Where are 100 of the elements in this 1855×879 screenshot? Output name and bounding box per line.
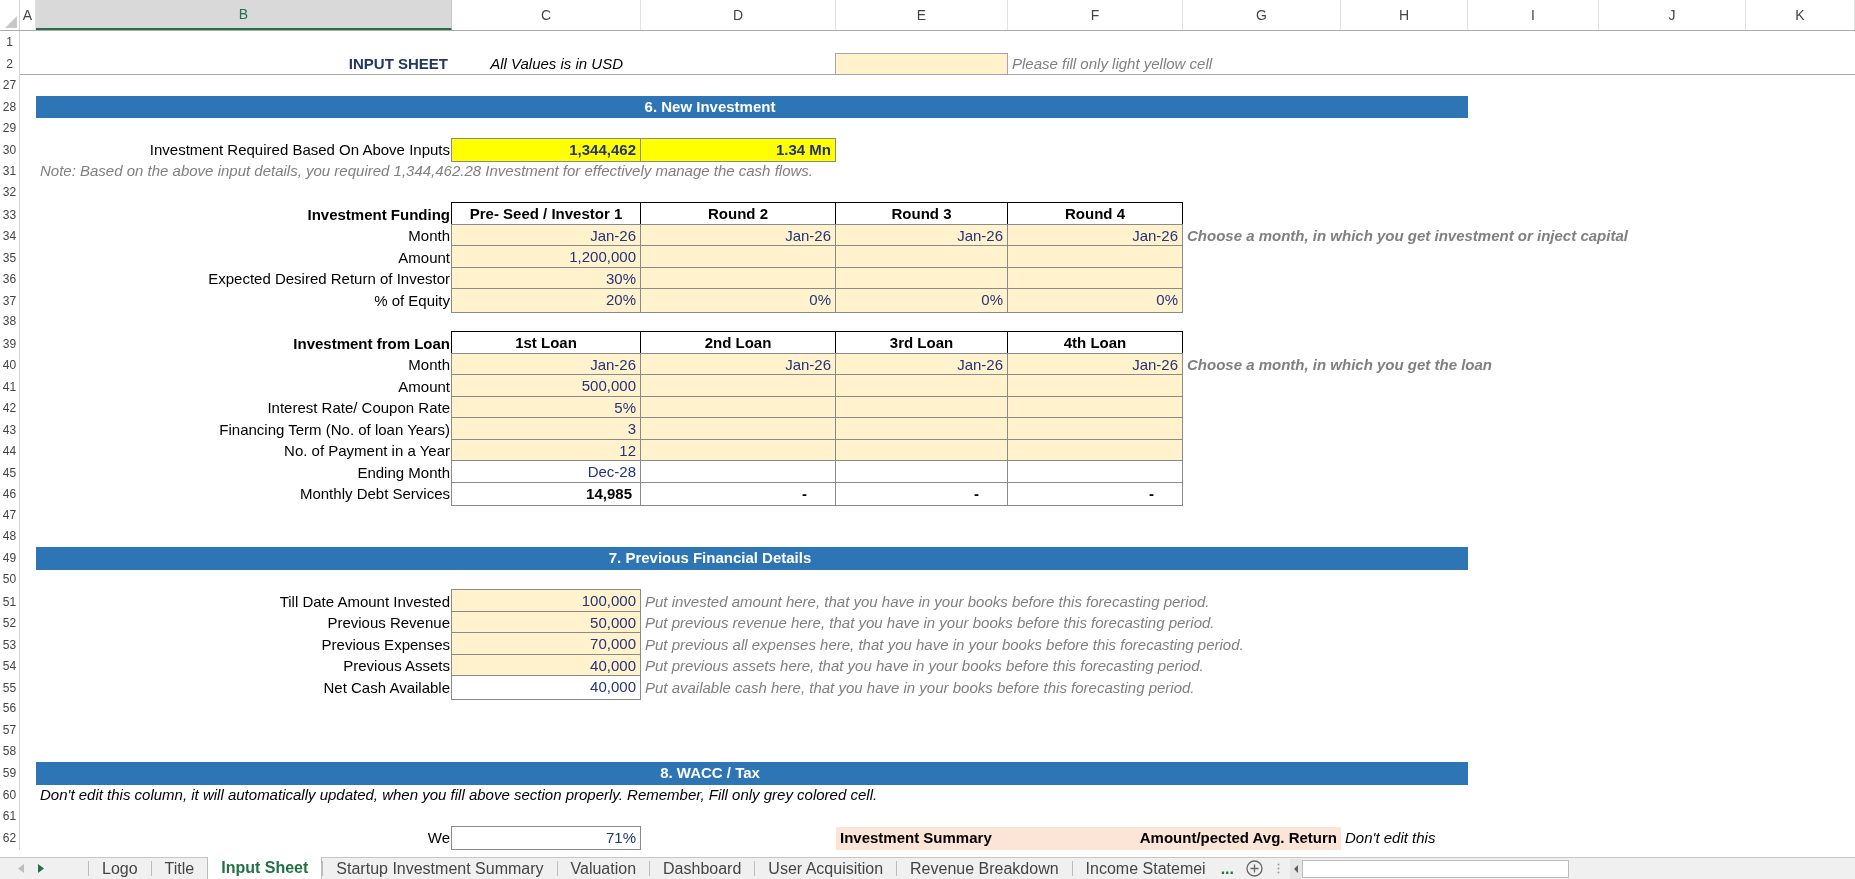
column-header[interactable]: B <box>36 0 452 30</box>
row-label: Previous Expenses <box>321 634 450 655</box>
row-header[interactable]: 31 <box>0 160 20 183</box>
input-cell[interactable] <box>640 245 836 270</box>
output-cell: 71% <box>451 825 641 850</box>
row-label: Month <box>408 226 450 246</box>
sheet-tab[interactable]: Revenue Breakdown <box>896 861 1072 876</box>
input-cell[interactable]: 100,000 <box>451 589 641 614</box>
input-cell[interactable] <box>640 374 836 399</box>
sheet-tab[interactable]: Valuation <box>556 861 650 876</box>
row-header[interactable]: 61 <box>0 805 20 827</box>
row-header[interactable]: 41 <box>0 375 20 399</box>
row-header[interactable]: 50 <box>0 568 20 590</box>
output-cell: 14,985 <box>451 481 641 506</box>
row-header[interactable]: 43 <box>0 418 20 442</box>
input-cell[interactable] <box>640 417 836 442</box>
row-header[interactable]: 38 <box>0 310 20 332</box>
row-header[interactable]: 47 <box>0 504 20 526</box>
column-header[interactable]: G <box>1183 0 1341 30</box>
sheet-tab[interactable]: Logo <box>88 861 151 876</box>
summary-heading: Investment Summary <box>836 826 1008 850</box>
more-tabs-button[interactable]: ... <box>1218 858 1236 879</box>
row-header[interactable]: 45 <box>0 461 20 485</box>
output-cell: 40,000 <box>451 675 641 700</box>
vertical-dots-icon[interactable] <box>1277 863 1280 874</box>
column-heading: 4th Loan <box>1007 331 1183 356</box>
note-text: Put invested amount here, that you have in your books before this forecasting period. <box>645 591 1210 612</box>
input-cell[interactable]: 3 <box>451 417 641 442</box>
column-header[interactable]: H <box>1341 0 1468 30</box>
column-header[interactable]: D <box>641 0 836 30</box>
row-header[interactable]: 51 <box>0 590 20 614</box>
input-cell[interactable] <box>1007 417 1183 442</box>
row-header[interactable]: 59 <box>0 762 20 785</box>
input-cell[interactable]: 0% <box>835 288 1008 313</box>
row-label: Investment Required Based On Above Inputs <box>149 140 450 160</box>
note-text: Put previous all expenses here, that you have in your books before this forecasting period. <box>645 634 1244 655</box>
output-cell: Dec-28 <box>451 460 641 485</box>
input-cell[interactable]: 500,000 <box>451 374 641 399</box>
column-header[interactable]: I <box>1468 0 1599 30</box>
input-cell[interactable]: 70,000 <box>451 632 641 657</box>
row-label: % of Equity <box>374 290 450 311</box>
result-cell: 1.34 Mn <box>640 137 836 162</box>
row-header[interactable]: 39 <box>0 332 20 356</box>
result-cell: 1,344,462 <box>451 137 641 162</box>
add-sheet-icon[interactable] <box>1246 860 1263 877</box>
row-label: Amount <box>398 247 450 268</box>
row-header[interactable]: 29 <box>0 117 20 139</box>
row-label: Month <box>408 355 450 375</box>
column-header[interactable]: C <box>452 0 641 30</box>
row-header[interactable]: 53 <box>0 633 20 657</box>
column-header[interactable]: J <box>1599 0 1746 30</box>
input-cell[interactable] <box>1007 374 1183 399</box>
column-heading: Round 4 <box>1007 202 1183 227</box>
select-all-icon[interactable] <box>5 16 17 28</box>
input-cell[interactable] <box>835 374 1008 399</box>
sheet-tab[interactable]: Income Statemei <box>1071 861 1219 876</box>
row-label: Financing Term (No. of loan Years) <box>219 419 450 440</box>
row-header[interactable]: 58 <box>0 740 20 762</box>
row-header[interactable]: 49 <box>0 547 20 570</box>
row-header[interactable]: 48 <box>0 525 20 547</box>
scrollbar-thumb[interactable] <box>1302 859 1569 878</box>
column-header[interactable]: K <box>1746 0 1855 30</box>
row-label: Expected Desired Return of Investor <box>208 269 450 289</box>
column-header[interactable]: F <box>1008 0 1183 30</box>
note-text: Put previous revenue here, that you have in your books before this forecasting period. <box>645 613 1215 633</box>
column-header[interactable]: E <box>836 0 1008 30</box>
row-header[interactable]: 56 <box>0 697 20 719</box>
input-cell[interactable]: 1,200,000 <box>451 245 641 270</box>
input-cell[interactable]: 0% <box>1007 288 1183 313</box>
row-header[interactable]: 62 <box>0 826 20 850</box>
row-label: No. of Payment in a Year <box>284 441 450 461</box>
table-title: Investment Funding <box>307 204 450 225</box>
note-text: Don't edit this column, it will automatically updated, when you fill above section properly. Remember, Fill only grey colored cell. <box>40 784 878 805</box>
sheet-tab[interactable]: Startup Investment Summary <box>322 861 557 876</box>
note-text: Note: Based on the above input details, you required 1,344,462.28 Investment for effectively manage the cash flows. <box>40 161 813 181</box>
row-label: Till Date Amount Invested <box>279 591 450 612</box>
output-cell: - <box>640 481 836 506</box>
hint-text: Choose a month, in which you get investment or inject capital <box>1187 226 1628 246</box>
row-header[interactable]: 55 <box>0 676 20 700</box>
scroll-left-icon[interactable] <box>1290 858 1302 879</box>
sheet-tab[interactable]: Dashboard <box>649 861 755 876</box>
row-header[interactable]: 32 <box>0 181 20 203</box>
input-cell[interactable] <box>835 417 1008 442</box>
row-header[interactable]: 37 <box>0 289 20 313</box>
column-heading: Pre- Seed / Investor 1 <box>451 202 641 227</box>
row-header[interactable]: 33 <box>0 203 20 227</box>
sheet-tab[interactable]: User Acquisition <box>754 861 897 876</box>
hint-text: Choose a month, in which you get the loan <box>1187 355 1492 375</box>
row-header[interactable]: 57 <box>0 719 20 741</box>
row-header[interactable]: 27 <box>0 74 20 96</box>
input-cell[interactable]: 20% <box>451 288 641 313</box>
input-cell[interactable] <box>835 245 1008 270</box>
note-text: Put available cash here, that you have in your books before this forecasting period. <box>645 677 1195 698</box>
input-cell[interactable]: 0% <box>640 288 836 313</box>
scroll-right-icon[interactable] <box>38 864 44 873</box>
row-header[interactable]: 35 <box>0 246 20 270</box>
input-cell[interactable] <box>1007 245 1183 270</box>
row-label: Ending Month <box>357 462 450 483</box>
sheet-tab[interactable]: Input Sheet <box>207 857 323 879</box>
note-text: Please fill only light yellow cell <box>1012 53 1213 74</box>
